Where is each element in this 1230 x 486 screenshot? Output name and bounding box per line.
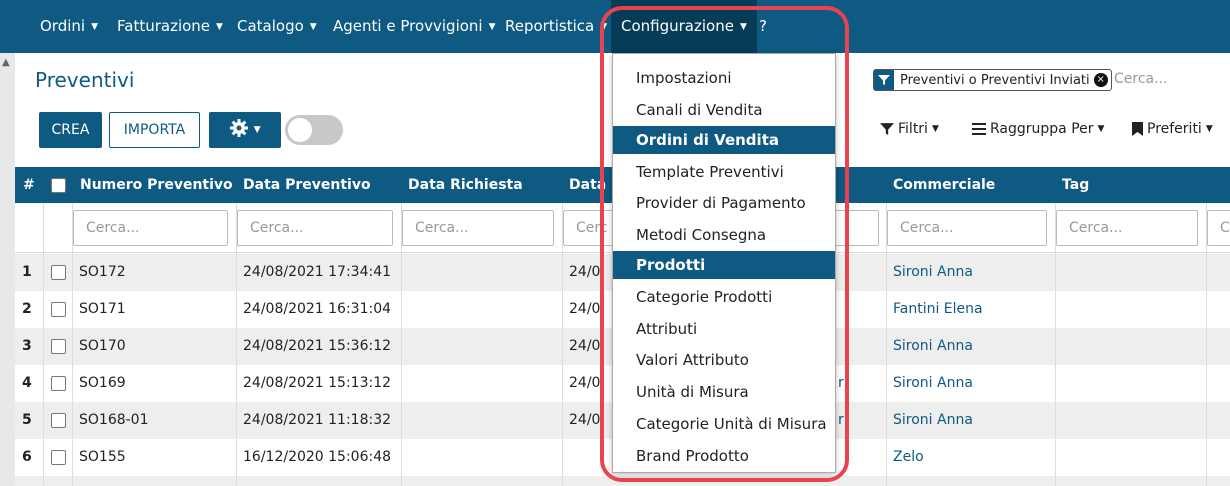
toggle-knob	[288, 118, 312, 142]
toggle-switch[interactable]	[285, 115, 343, 145]
filter-icon	[880, 123, 894, 135]
header-numero-preventivo[interactable]: Numero Preventivo	[80, 167, 233, 203]
nav-fatturazione-label: Fatturazione	[117, 17, 211, 35]
nav-catalogo[interactable]: Catalogo ▼	[237, 0, 317, 53]
row-partial-date: 24/0	[569, 264, 601, 280]
row-index: 6	[22, 449, 32, 465]
row-date: 24/08/2021 15:13:12	[243, 375, 392, 391]
row-number: SO171	[79, 301, 126, 317]
row-date: 24/08/2021 17:34:41	[243, 264, 392, 280]
caret-down-icon: ▼	[1205, 124, 1213, 134]
page-title: Preventivi	[35, 68, 135, 92]
favorites-toggle[interactable]: Preferiti ▼	[1132, 121, 1213, 137]
row-checkbox[interactable]	[51, 302, 66, 317]
filter-input-data-preventivo[interactable]: Cerca...	[237, 210, 393, 246]
chevron-up-icon[interactable]: ▲	[2, 57, 10, 68]
row-date: 24/08/2021 16:31:04	[243, 301, 392, 317]
row-salesperson: Sironi Anna	[893, 375, 973, 391]
facet-label: Preventivi o Preventivi Inviati	[900, 72, 1090, 88]
row-checkbox[interactable]	[51, 265, 66, 280]
column-divider	[1055, 203, 1056, 486]
annotation-highlight	[600, 6, 849, 482]
caret-down-icon: ▼	[931, 124, 939, 134]
row-salesperson: Sironi Anna	[893, 412, 973, 428]
filters-toggle[interactable]: Filtri ▼	[880, 121, 939, 137]
row-index: 5	[22, 412, 32, 428]
nav-fatturazione[interactable]: Fatturazione ▼	[117, 0, 223, 53]
filter-input-commerciale[interactable]: Cerca...	[887, 210, 1047, 246]
nav-agenti-label: Agenti e Provvigioni	[333, 17, 483, 35]
scrollbar[interactable]: ▲	[0, 53, 15, 486]
row-date: 24/08/2021 15:36:12	[243, 338, 392, 354]
row-date: 16/12/2020 15:06:48	[243, 449, 392, 465]
row-number: SO168-01	[79, 412, 149, 428]
row-date: 24/08/2021 11:18:32	[243, 412, 392, 428]
nav-agenti-provvigioni[interactable]: Agenti e Provvigioni ▼	[333, 0, 496, 53]
gear-icon	[230, 119, 249, 137]
settings-dropdown-button[interactable]: ▼	[209, 112, 281, 148]
column-divider	[43, 203, 44, 486]
search-input[interactable]: Cerca...	[1114, 71, 1167, 87]
caret-down-icon: ▼	[488, 22, 496, 32]
row-partial-date: 24/0	[569, 412, 601, 428]
row-checkbox[interactable]	[51, 413, 66, 428]
nav-catalogo-label: Catalogo	[237, 17, 304, 35]
row-salesperson: Sironi Anna	[893, 338, 973, 354]
row-checkbox[interactable]	[51, 339, 66, 354]
column-divider	[401, 203, 402, 486]
header-index: #	[23, 177, 35, 193]
filter-input-data-richiesta[interactable]: Cerca...	[402, 210, 554, 246]
caret-down-icon: ▼	[91, 22, 98, 32]
row-checkbox[interactable]	[51, 450, 66, 465]
row-salesperson: Fantini Elena	[893, 301, 983, 317]
nav-ordini[interactable]: Ordini ▼	[40, 0, 98, 53]
filter-input-extra[interactable]: Ce	[1207, 210, 1230, 246]
filter-icon	[874, 70, 894, 90]
bookmark-icon	[1132, 122, 1143, 136]
row-partial-date: 24/0	[569, 338, 601, 354]
row-number: SO155	[79, 449, 126, 465]
header-data-richiesta[interactable]: Data Richiesta	[408, 167, 523, 203]
row-partial-date: 24/0	[569, 301, 601, 317]
group-by-toggle[interactable]: Raggruppa Per ▼	[972, 121, 1104, 137]
column-divider	[72, 203, 73, 486]
caret-down-icon: ▼	[253, 125, 261, 135]
row-salesperson: Zelo	[893, 449, 924, 465]
filters-label: Filtri	[898, 121, 928, 137]
filter-input-tag[interactable]: Cerca...	[1056, 210, 1198, 246]
column-divider	[886, 203, 887, 486]
caret-down-icon: ▼	[309, 22, 317, 32]
row-number: SO172	[79, 264, 126, 280]
caret-down-icon: ▼	[216, 22, 223, 32]
header-commerciale[interactable]: Commerciale	[893, 167, 995, 203]
nav-ordini-label: Ordini	[40, 17, 86, 35]
close-icon[interactable]: ×	[1093, 73, 1108, 87]
row-partial-date: 24/0	[569, 375, 601, 391]
row-index: 3	[22, 338, 32, 354]
filter-input-numero[interactable]: Cerca...	[73, 210, 228, 246]
column-divider	[1206, 203, 1207, 486]
list-icon	[972, 123, 986, 135]
row-index: 4	[22, 375, 32, 391]
header-tag[interactable]: Tag	[1062, 167, 1089, 203]
search-facet: Preventivi o Preventivi Inviati ×	[873, 69, 1112, 91]
nav-reportistica[interactable]: Reportistica ▼	[505, 0, 607, 53]
caret-down-icon: ▼	[1097, 124, 1105, 134]
import-button[interactable]: IMPORTA	[109, 112, 200, 148]
row-checkbox[interactable]	[51, 376, 66, 391]
row-salesperson: Sironi Anna	[893, 264, 973, 280]
create-button[interactable]: CREA	[39, 112, 102, 148]
row-number: SO169	[79, 375, 126, 391]
header-data-preventivo[interactable]: Data Preventivo	[243, 167, 371, 203]
row-index: 1	[22, 264, 32, 280]
group-by-label: Raggruppa Per	[990, 121, 1094, 137]
favorites-label: Preferiti	[1147, 121, 1202, 137]
row-number: SO170	[79, 338, 126, 354]
nav-reportistica-label: Reportistica	[505, 17, 595, 35]
row-index: 2	[22, 301, 32, 317]
column-divider	[236, 203, 237, 486]
select-all-checkbox[interactable]	[51, 178, 66, 193]
column-divider	[562, 203, 563, 486]
